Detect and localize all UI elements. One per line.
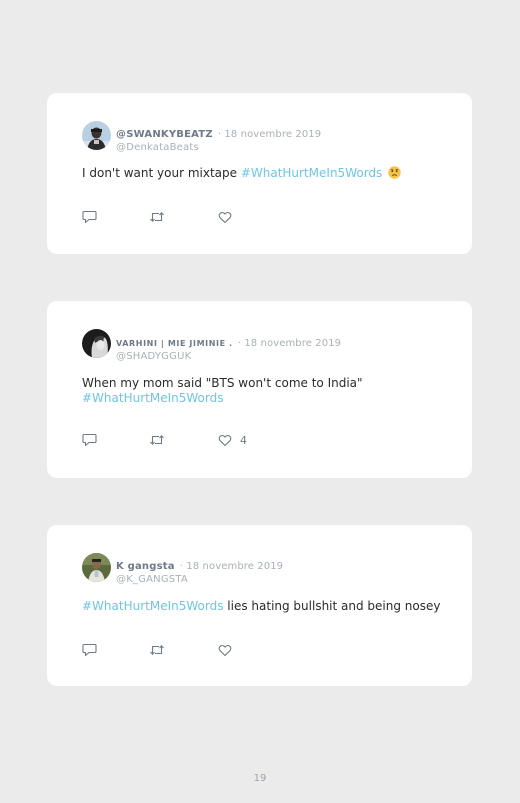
reply-button[interactable] [82,643,97,657]
user-handle[interactable]: @SHADYGGUK [116,351,341,362]
tweet-text-body: I don't want your mixtape [82,166,241,180]
page-number: 19 [253,773,267,784]
display-name[interactable]: K gangsta [116,561,175,572]
tweet-text: I don't want your mixtape #WhatHurtMeIn5… [82,166,442,181]
user-handle[interactable]: @DenkataBeats [116,142,321,153]
tweet-date[interactable]: · 18 novembre 2019 [180,561,283,572]
tweet-header: VARHINI | MIE JIMINIE . · 18 novembre 20… [116,331,341,362]
retweet-icon [149,643,165,657]
retweet-icon [149,433,165,447]
hashtag-link[interactable]: #WhatHurtMeIn5Words [82,391,223,405]
heart-icon [218,644,232,657]
tweet-header: @SWANKYBEATZ · 18 novembre 2019 @Denkata… [116,122,321,153]
display-name[interactable]: VARHINI | MIE JIMINIE . [116,339,233,348]
like-button[interactable] [218,210,232,224]
avatar[interactable] [82,329,111,358]
reply-icon [82,643,97,657]
user-handle[interactable]: @K_GANGSTA [116,574,283,585]
hashtag-link[interactable]: #WhatHurtMeIn5Words [241,166,382,180]
display-name[interactable]: @SWANKYBEATZ [116,129,213,140]
tweet-date[interactable]: · 18 novembre 2019 [238,338,341,349]
like-button[interactable]: 4 [218,433,247,447]
retweet-button[interactable] [149,210,165,224]
worried-face-emoji [388,166,401,179]
heart-icon [218,211,232,224]
tweet-card: @SWANKYBEATZ · 18 novembre 2019 @Denkata… [47,93,472,254]
heart-icon [218,434,232,447]
tweet-card: VARHINI | MIE JIMINIE . · 18 novembre 20… [47,301,472,478]
tweet-text: When my mom said "BTS won't come to Indi… [82,376,442,406]
reply-icon [82,210,97,224]
like-button[interactable] [218,643,232,657]
tweet-date[interactable]: · 18 novembre 2019 [218,129,321,140]
reply-icon [82,433,97,447]
avatar[interactable] [82,553,111,582]
retweet-button[interactable] [149,433,165,447]
reply-button[interactable] [82,433,97,447]
tweet-text-tail: lies hating bullshit and being nosey [223,599,441,613]
like-count: 4 [240,433,247,447]
tweet-card: K gangsta · 18 novembre 2019 @K_GANGSTA … [47,525,472,686]
tweet-header: K gangsta · 18 novembre 2019 @K_GANGSTA [116,554,283,585]
retweet-button[interactable] [149,643,165,657]
reply-button[interactable] [82,210,97,224]
hashtag-link[interactable]: #WhatHurtMeIn5Words [82,599,223,613]
avatar[interactable] [82,121,111,150]
retweet-icon [149,210,165,224]
tweet-text: #WhatHurtMeIn5Words lies hating bullshit… [82,599,442,614]
tweet-text-body: When my mom said "BTS won't come to Indi… [82,376,363,390]
